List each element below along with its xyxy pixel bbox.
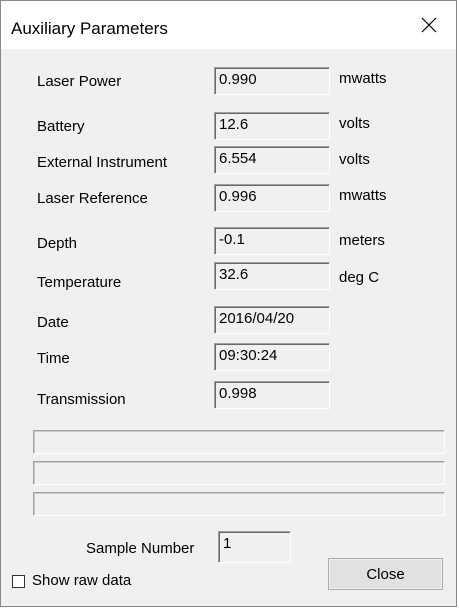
- status-box-3: [33, 492, 445, 516]
- title-bar: Auxiliary Parameters: [1, 1, 456, 49]
- auxiliary-parameters-dialog: Auxiliary Parameters Laser Power 0.990 m…: [0, 0, 457, 607]
- laser-power-unit: mwatts: [339, 70, 387, 87]
- external-instrument-unit: volts: [339, 151, 370, 168]
- time-field: 09:30:24: [214, 343, 330, 371]
- status-box-2: [33, 461, 445, 485]
- dialog-client-area: Laser Power 0.990 mwatts Battery 12.6 vo…: [1, 49, 456, 606]
- battery-field: 12.6: [214, 112, 330, 140]
- laser-reference-unit: mwatts: [339, 187, 387, 204]
- temperature-field: 32.6: [214, 262, 330, 290]
- sample-number-field: 1: [218, 531, 291, 563]
- battery-unit: volts: [339, 115, 370, 132]
- close-button[interactable]: Close: [328, 558, 443, 590]
- checkbox-unchecked-icon[interactable]: [12, 574, 25, 588]
- laser-reference-field: 0.996: [214, 184, 330, 212]
- date-label: Date: [37, 314, 69, 331]
- depth-unit: meters: [339, 232, 385, 249]
- external-instrument-field: 6.554: [214, 146, 330, 174]
- depth-field: -0.1: [214, 227, 330, 255]
- time-label: Time: [37, 350, 70, 367]
- date-field: 2016/04/20: [214, 306, 330, 334]
- temperature-unit: deg C: [339, 269, 380, 286]
- transmission-field: 0.998: [214, 381, 330, 409]
- laser-reference-label: Laser Reference: [37, 190, 148, 207]
- depth-label: Depth: [37, 235, 78, 252]
- transmission-label: Transmission: [37, 391, 126, 408]
- status-box-1: [33, 430, 445, 454]
- close-x-icon: [421, 17, 437, 33]
- laser-power-field: 0.990: [214, 67, 330, 95]
- laser-power-label: Laser Power: [37, 73, 122, 90]
- sample-number-label: Sample Number: [86, 540, 195, 557]
- show-raw-data-checkbox[interactable]: Show raw data: [12, 570, 131, 592]
- battery-label: Battery: [37, 118, 85, 135]
- temperature-label: Temperature: [37, 274, 122, 291]
- show-raw-data-label: Show raw data: [32, 572, 132, 589]
- window-close-button[interactable]: [402, 1, 456, 49]
- window-title: Auxiliary Parameters: [11, 19, 168, 38]
- external-instrument-label: External Instrument: [37, 154, 168, 171]
